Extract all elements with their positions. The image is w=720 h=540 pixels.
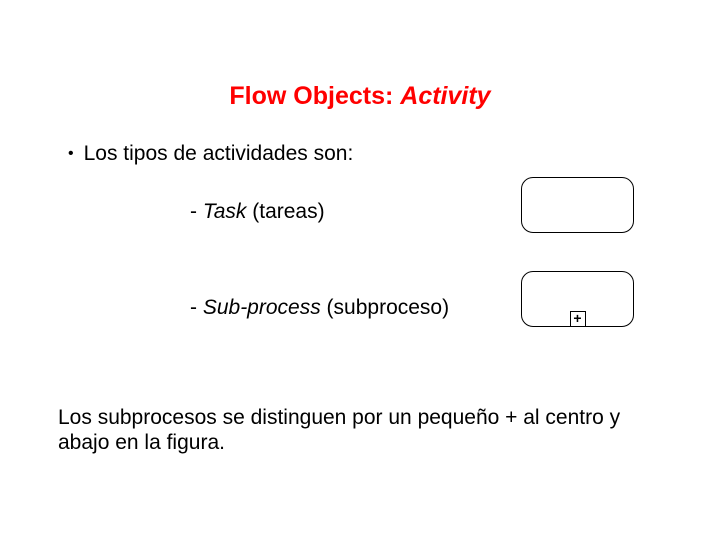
item-task-label: Task [203,200,247,223]
title-prefix: Flow Objects: [229,82,400,110]
bullet-text: Los tipos de actividades son: [84,142,354,165]
subprocess-shape-icon: + [521,271,634,327]
plus-icon: + [570,311,586,327]
title-activity: Activity [400,82,490,110]
bullet-icon: • [68,146,74,162]
item-subprocess-paren: (subproceso) [321,296,449,319]
task-shape-icon [521,177,634,233]
footer-text: Los subprocesos se distinguen por un peq… [58,405,660,455]
item-subprocess-label: Sub-process [203,296,321,319]
slide: Flow Objects: Activity • Los tipos de act… [0,0,720,540]
item-task: - Task (tareas) [190,200,325,224]
slide-title: Flow Objects: Activity [0,82,720,111]
item-subprocess: - Sub-process (subproceso) [190,296,449,320]
item-task-paren: (tareas) [246,200,324,223]
bullet-line: • Los tipos de actividades son: [68,142,353,166]
